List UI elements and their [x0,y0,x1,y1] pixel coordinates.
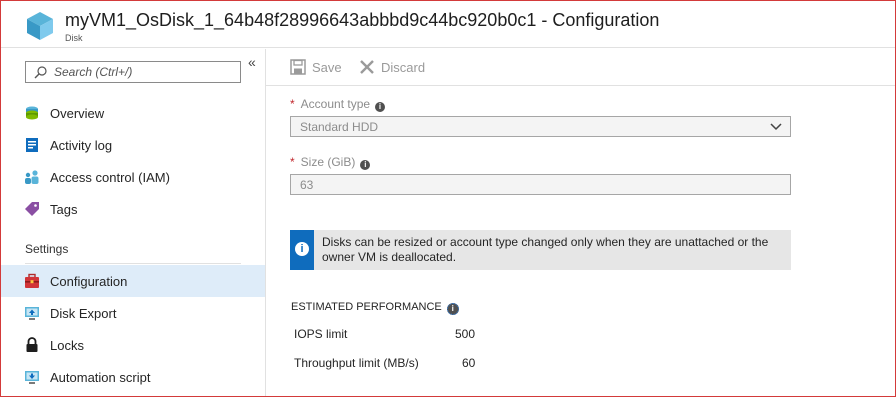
search-icon [34,66,47,79]
search-box[interactable] [25,61,241,83]
notice-text: Disks can be resized or account type cha… [322,235,769,264]
info-icon[interactable]: i [375,102,386,112]
account-type-value: Standard HDD [300,120,379,134]
size-label-text: Size (GiB) [300,155,356,169]
collapse-menu-button[interactable]: « [248,54,256,70]
size-label: * Size (GiB) i [290,155,371,170]
nav-item-activity-log[interactable]: Activity log [1,129,265,161]
toolbox-icon [25,273,39,288]
throughput-limit-label: Throughput limit (MB/s) [294,356,419,370]
save-button-label: Save [312,60,342,75]
search-input[interactable] [54,64,234,80]
size-value: 63 [300,178,314,192]
nav-item-disk-export[interactable]: Disk Export [1,297,265,329]
page-title: myVM1_OsDisk_1_64b48f28996643abbbd9c44bc… [65,10,660,30]
close-icon [360,60,374,74]
nav-item-locks[interactable]: Locks [1,329,265,361]
save-icon [290,59,306,75]
iops-limit-value: 500 [455,327,476,341]
required-marker: * [290,97,295,111]
page-subtitle: Disk [65,33,83,43]
resource-menu: « Overview Activity log Access control (… [1,49,266,396]
nav-item-access-control[interactable]: Access control (IAM) [1,161,265,193]
nav-item-label: Access control (IAM) [50,170,170,185]
account-type-label-text: Account type [300,97,371,111]
performance-heading: ESTIMATED PERFORMANCE i [291,301,459,315]
disk-icon [27,12,53,40]
chevron-down-icon [770,123,782,131]
required-marker: * [290,155,295,169]
iam-icon [25,170,39,184]
nav-item-label: Overview [50,106,105,121]
iops-limit-label: IOPS limit [294,327,348,341]
activity-log-icon [26,138,38,152]
nav-item-label: Disk Export [50,306,117,321]
discard-button-label: Discard [381,60,426,75]
command-bar: Save Discard [266,49,895,86]
nav-item-label: Configuration [50,274,128,289]
nav-item-configuration[interactable]: Configuration [1,265,265,297]
section-divider [25,263,241,264]
info-notice: i Disks can be resized or account type c… [290,230,791,270]
info-icon[interactable]: i [360,160,371,170]
account-type-label: * Account type i [290,97,386,112]
export-icon [25,307,39,320]
account-type-dropdown[interactable]: Standard HDD [290,116,791,137]
save-button[interactable]: Save [290,59,350,77]
nav-item-label: Automation script [50,370,151,385]
nav-item-label: Locks [50,338,84,353]
tag-icon [25,202,39,216]
nav-item-automation-script[interactable]: Automation script [1,361,265,393]
nav-item-tags[interactable]: Tags [1,193,265,225]
overview-icon [26,106,38,120]
info-icon[interactable]: i [446,303,459,315]
info-circle-icon: i [295,242,309,256]
lock-icon [26,337,38,352]
nav-item-label: Tags [50,202,78,217]
discard-button[interactable]: Discard [359,59,439,77]
blade-header: myVM1_OsDisk_1_64b48f28996643abbbd9c44bc… [1,1,895,48]
nav-item-overview[interactable]: Overview [1,97,265,129]
throughput-limit-value: 60 [462,356,476,370]
settings-section-heading: Settings [25,242,69,256]
notice-bar: i [290,230,314,270]
nav-item-label: Activity log [50,138,113,153]
script-icon [25,371,39,384]
performance-heading-text: ESTIMATED PERFORMANCE [291,301,442,313]
size-input[interactable]: 63 [290,174,791,195]
